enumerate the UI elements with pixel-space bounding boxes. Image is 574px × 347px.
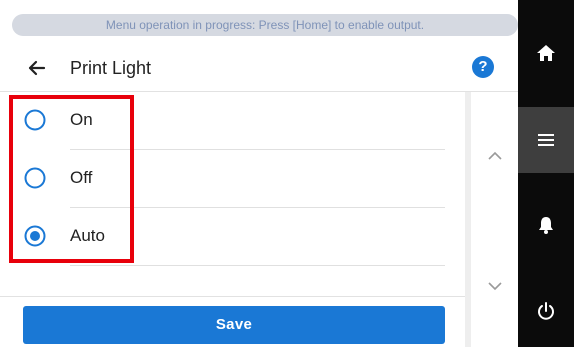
chevron-down-icon[interactable] [487,280,503,292]
save-button[interactable]: Save [23,306,445,344]
sidebar-power-button[interactable] [518,278,574,344]
main-panel: Menu operation in progress: Press [Home]… [0,0,518,347]
row-divider [70,265,445,266]
sidebar-menu-button[interactable] [518,107,574,173]
list-bottom-divider [0,296,465,297]
help-icon[interactable]: ? [472,56,494,78]
sidebar-notifications-button[interactable] [518,192,574,258]
header: Print Light ? [0,46,518,90]
chevron-up-icon[interactable] [487,150,503,162]
power-icon [538,302,554,320]
scroll-controls [471,92,518,347]
highlight-box [9,95,134,263]
status-banner: Menu operation in progress: Press [Home]… [12,14,518,36]
page-title: Print Light [70,58,152,78]
back-button[interactable] [22,54,52,82]
sidebar [518,0,574,347]
sidebar-home-button[interactable] [518,20,574,86]
arrow-left-icon [28,60,46,76]
menu-icon [538,134,554,146]
bell-icon [539,217,553,234]
home-icon [537,45,555,61]
